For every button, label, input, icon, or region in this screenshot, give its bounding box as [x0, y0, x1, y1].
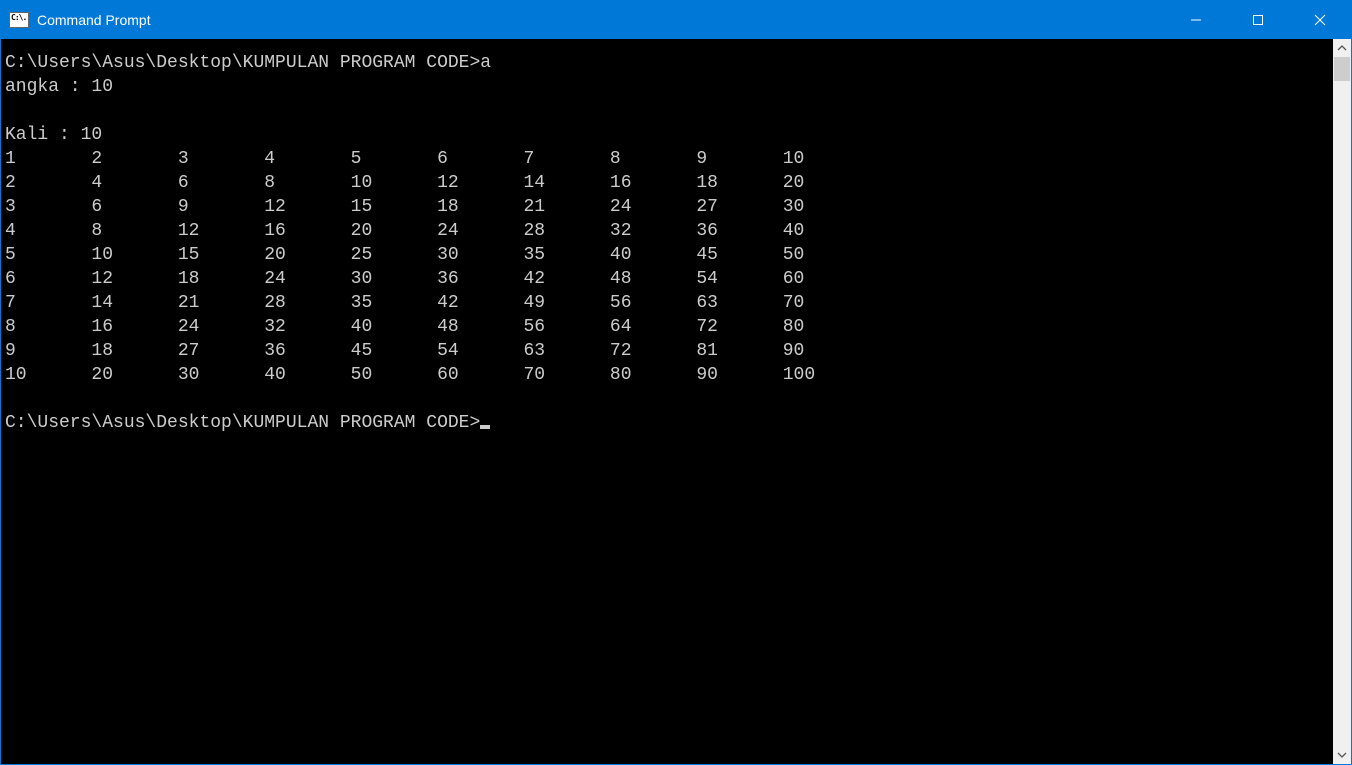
terminal-output[interactable]: C:\Users\Asus\Desktop\KUMPULAN PROGRAM C… [1, 39, 1333, 764]
close-button[interactable] [1289, 1, 1351, 39]
scroll-up-button[interactable] [1333, 39, 1351, 57]
terminal-text: C:\Users\Asus\Desktop\KUMPULAN PROGRAM C… [5, 53, 869, 385]
command-prompt-window: C:\. Command Prompt C:\Users\Asus\Deskto… [1, 1, 1351, 764]
app-icon-text: C:\. [10, 13, 26, 21]
minimize-icon [1190, 14, 1202, 26]
titlebar[interactable]: C:\. Command Prompt [1, 1, 1351, 39]
close-icon [1314, 14, 1326, 26]
client-area: C:\Users\Asus\Desktop\KUMPULAN PROGRAM C… [1, 39, 1351, 764]
vertical-scrollbar[interactable] [1333, 39, 1351, 764]
prompt-line: C:\Users\Asus\Desktop\KUMPULAN PROGRAM C… [5, 413, 480, 433]
window-title: Command Prompt [37, 12, 151, 28]
scrollbar-thumb[interactable] [1334, 57, 1350, 81]
scroll-down-button[interactable] [1333, 746, 1351, 764]
minimize-button[interactable] [1165, 1, 1227, 39]
chevron-down-icon [1337, 750, 1347, 760]
maximize-button[interactable] [1227, 1, 1289, 39]
chevron-up-icon [1337, 43, 1347, 53]
app-icon: C:\. [9, 12, 29, 28]
maximize-icon [1252, 14, 1264, 26]
window-controls [1165, 1, 1351, 39]
scrollbar-track[interactable] [1333, 57, 1351, 746]
text-cursor [480, 425, 490, 429]
